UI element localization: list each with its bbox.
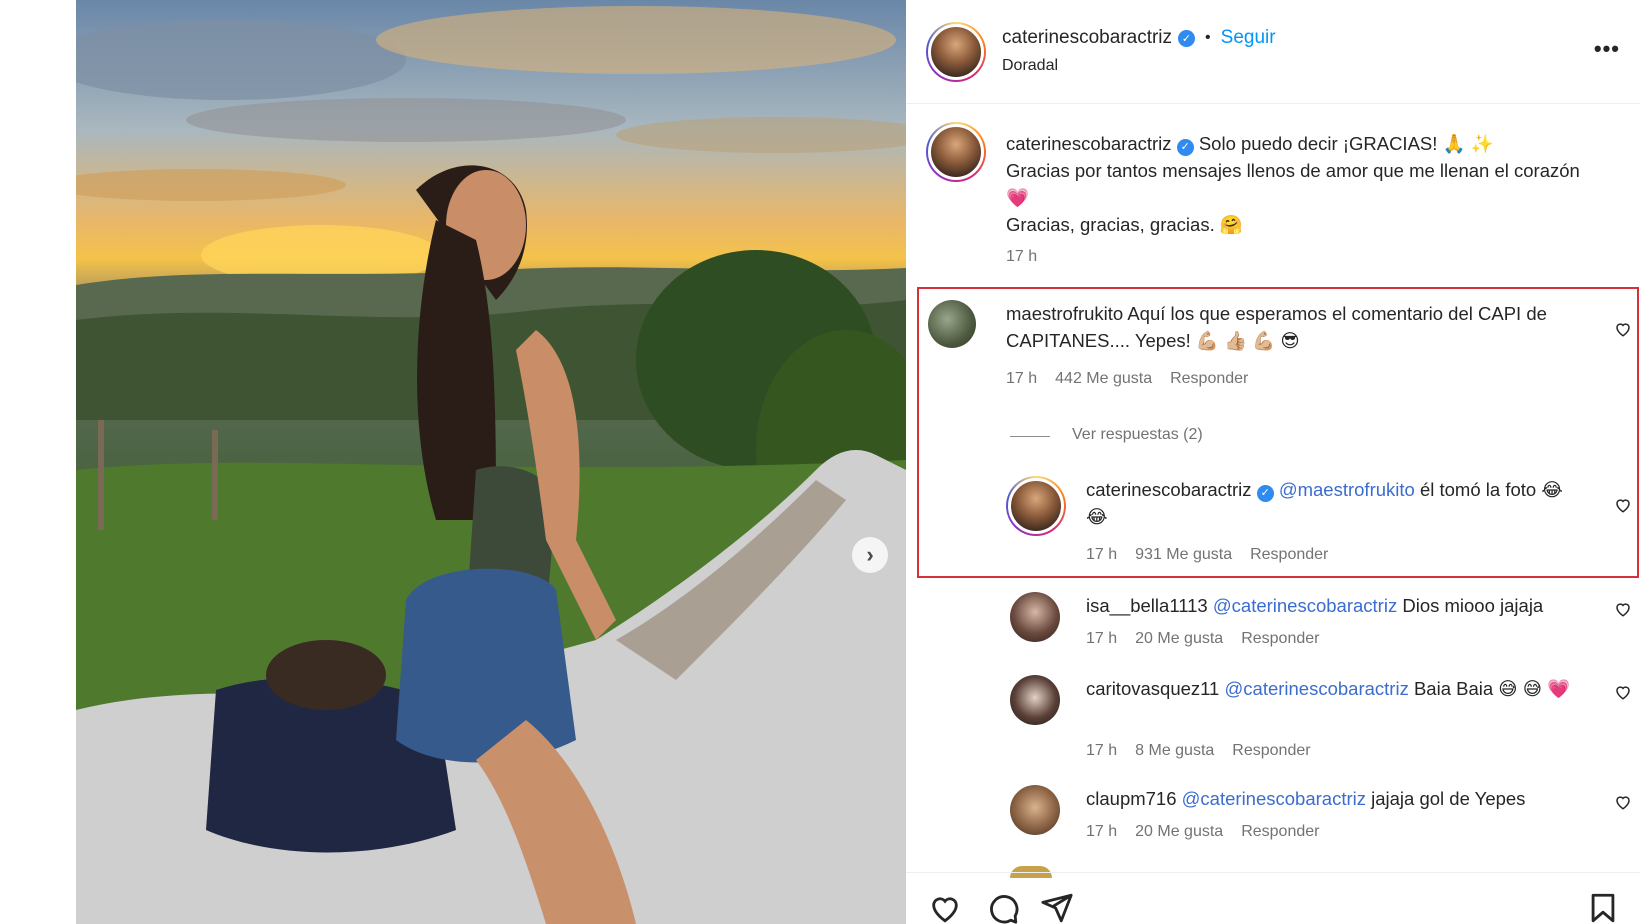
reply-mention[interactable]: @caterinescobaractriz (1213, 595, 1397, 616)
reply-mention[interactable]: @caterinescobaractriz (1225, 678, 1409, 699)
commenter-avatar[interactable] (928, 300, 976, 348)
caption-line-2: Gracias por tantos mensajes llenos de am… (1006, 160, 1580, 208)
comment-username[interactable]: maestrofrukito (1006, 303, 1123, 324)
caption-text: caterinescobaractriz ✓ Solo puedo decir … (1006, 130, 1596, 238)
comment-time[interactable]: 17 h (1006, 370, 1037, 388)
separator-dot: • (1205, 29, 1211, 46)
reply-username[interactable]: isa__bella1113 (1086, 595, 1208, 616)
reply-button[interactable]: Responder (1241, 630, 1319, 648)
reply-time[interactable]: 17 h (1086, 630, 1117, 648)
view-replies-button[interactable]: Ver respuestas (2) (1072, 426, 1203, 444)
follow-button[interactable]: Seguir (1221, 27, 1276, 49)
reply-time[interactable]: 17 h (1086, 742, 1117, 760)
heart-icon[interactable] (1614, 793, 1632, 811)
heart-icon[interactable] (1614, 683, 1632, 701)
photo-illustration (76, 6, 906, 924)
post-caption: caterinescobaractriz ✓ Solo puedo decir … (906, 104, 1640, 284)
reply-likes[interactable]: 20 Me gusta (1135, 823, 1223, 841)
heart-icon[interactable] (1614, 320, 1632, 338)
post-action-bar (906, 872, 1640, 924)
reply-avatar[interactable] (1010, 675, 1060, 725)
next-photo-button[interactable]: › (852, 537, 888, 573)
reply-body: Dios miooo jajaja (1402, 595, 1544, 616)
post-photo[interactable]: › (76, 0, 906, 924)
reply-likes[interactable]: 20 Me gusta (1135, 630, 1223, 648)
heart-icon[interactable] (928, 891, 962, 924)
reply-likes[interactable]: 931 Me gusta (1135, 546, 1232, 564)
caption-line-3: Gracias, gracias, gracias. 🤗 (1006, 214, 1243, 235)
reply-avatar[interactable] (1010, 592, 1060, 642)
comment-likes[interactable]: 442 Me gusta (1055, 370, 1152, 388)
post-side-panel: caterinescobaractriz ✓ • Seguir Doradal … (906, 0, 1640, 924)
reply-time[interactable]: 17 h (1086, 546, 1117, 564)
reply-likes[interactable]: 8 Me gusta (1135, 742, 1214, 760)
reply-button[interactable]: Responder (1232, 742, 1310, 760)
reply-mention[interactable]: @caterinescobaractriz (1182, 788, 1366, 809)
reply-username[interactable]: caritovasquez11 (1086, 678, 1219, 699)
more-options-icon[interactable]: ••• (1594, 36, 1620, 62)
heart-icon[interactable] (1614, 600, 1632, 618)
caption-line-1: Solo puedo decir ¡GRACIAS! 🙏 ✨ (1198, 133, 1494, 154)
reply-body: jajaja gol de Yepes (1371, 788, 1526, 809)
verified-badge-icon: ✓ (1256, 485, 1274, 502)
reply-button[interactable]: Responder (1250, 546, 1328, 564)
author-username[interactable]: caterinescobaractriz (1002, 27, 1172, 49)
heart-icon[interactable] (1614, 496, 1632, 514)
reply-button[interactable]: Responder (1241, 823, 1319, 841)
author-avatar[interactable] (926, 22, 986, 82)
caption-username[interactable]: caterinescobaractriz (1006, 133, 1172, 154)
reply-time[interactable]: 17 h (1086, 823, 1117, 841)
post-header: caterinescobaractriz ✓ • Seguir Doradal … (906, 0, 1640, 104)
reply-username[interactable]: caterinescobaractriz (1086, 479, 1252, 500)
caption-time[interactable]: 17 h (1006, 248, 1037, 266)
verified-badge-icon: ✓ (1176, 139, 1194, 156)
reply-mention[interactable]: @maestrofrukito (1279, 479, 1415, 500)
reply-body: Baia Baia 😅 😅 💗 (1413, 678, 1571, 699)
reply-username[interactable]: claupm716 (1086, 788, 1177, 809)
reply-button[interactable]: Responder (1170, 370, 1248, 388)
send-icon[interactable] (1040, 891, 1074, 924)
comment-icon[interactable] (986, 891, 1020, 924)
verified-badge-icon: ✓ (1178, 29, 1196, 47)
replies-divider (1010, 436, 1050, 437)
bookmark-icon[interactable] (1586, 891, 1620, 924)
caption-avatar[interactable] (926, 122, 986, 182)
post-location[interactable]: Doradal (1002, 57, 1058, 75)
reply-avatar[interactable] (1010, 785, 1060, 835)
chevron-right-icon: › (866, 542, 874, 567)
reply-avatar[interactable] (1006, 476, 1066, 536)
